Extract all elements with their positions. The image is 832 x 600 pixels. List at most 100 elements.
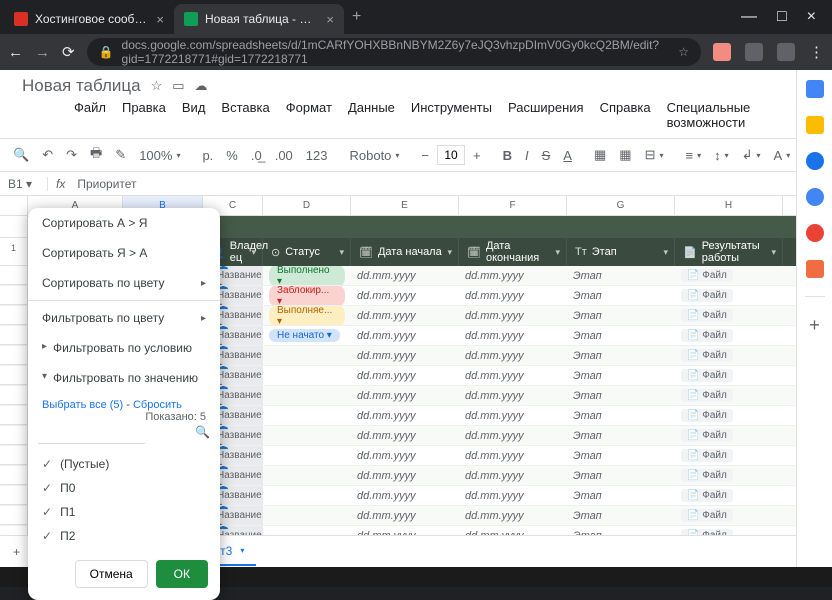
cell-start[interactable]: dd.mm.yyyy	[351, 286, 459, 305]
cell-status[interactable]: Не начато ▾	[263, 326, 351, 345]
cell-stage[interactable]: Этап	[567, 466, 675, 485]
paint-format-icon[interactable]: ✎	[110, 143, 131, 167]
move-icon[interactable]: ▭	[172, 78, 184, 94]
cell-start[interactable]: dd.mm.yyyy	[351, 506, 459, 525]
cell-stage[interactable]: Этап	[567, 326, 675, 345]
ok-button[interactable]: ОК	[156, 560, 208, 588]
cell-start[interactable]: dd.mm.yyyy	[351, 266, 459, 285]
filter-by-value[interactable]: ▾Фильтровать по значению	[28, 363, 220, 393]
rotate-button[interactable]: A▾	[769, 144, 796, 167]
reload-icon[interactable]: ⟳	[62, 43, 75, 61]
zoom-select[interactable]: 100%▾	[134, 144, 185, 167]
cell-status[interactable]	[263, 466, 351, 485]
cell-start[interactable]: dd.mm.yyyy	[351, 406, 459, 425]
cell-start[interactable]: dd.mm.yyyy	[351, 486, 459, 505]
addon-icon[interactable]	[806, 260, 824, 278]
cell-stage[interactable]: Этап	[567, 526, 675, 535]
cell-end[interactable]: dd.mm.yyyy	[459, 406, 567, 425]
strike-button[interactable]: S	[537, 144, 556, 167]
col-header[interactable]: E	[351, 196, 459, 215]
menu-Правка[interactable]: Правка	[116, 98, 172, 132]
th-results[interactable]: 📄Результаты работы▾	[675, 238, 783, 266]
filter-value-item[interactable]: ✓П1	[42, 500, 206, 524]
cell-status[interactable]	[263, 386, 351, 405]
row-number[interactable]	[0, 326, 28, 345]
extension-icon[interactable]	[745, 43, 763, 61]
cell-stage[interactable]: Этап	[567, 346, 675, 365]
cell-stage[interactable]: Этап	[567, 366, 675, 385]
row-number[interactable]	[0, 216, 28, 238]
filter-value-item[interactable]: ✓П0	[42, 476, 206, 500]
cloud-icon[interactable]: ☁	[195, 78, 208, 94]
cell-file[interactable]: 📄 Файл	[675, 266, 783, 285]
increase-decimal[interactable]: .00	[270, 144, 298, 167]
cell-end[interactable]: dd.mm.yyyy	[459, 466, 567, 485]
menu-Формат[interactable]: Формат	[280, 98, 338, 132]
menu-Инструменты[interactable]: Инструменты	[405, 98, 498, 132]
row-number[interactable]	[0, 506, 28, 525]
maximize-icon[interactable]: □	[777, 8, 787, 26]
decrease-decimal[interactable]: .0̲	[246, 144, 267, 167]
reset-link[interactable]: Сбросить	[133, 399, 182, 411]
currency-button[interactable]: р.	[197, 144, 218, 167]
star-icon[interactable]: ☆	[151, 78, 163, 94]
url-bar[interactable]: 🔒 docs.google.com/spreadsheets/d/1mCARfY…	[87, 38, 701, 66]
row-number[interactable]	[0, 346, 28, 365]
row-number[interactable]: 1	[0, 238, 28, 266]
tasks-icon[interactable]	[806, 152, 824, 170]
cell-file[interactable]: 📄 Файл	[675, 346, 783, 365]
cell-stage[interactable]: Этап	[567, 286, 675, 305]
cell-end[interactable]: dd.mm.yyyy	[459, 366, 567, 385]
cell-file[interactable]: 📄 Файл	[675, 286, 783, 305]
row-number[interactable]	[0, 386, 28, 405]
cell-start[interactable]: dd.mm.yyyy	[351, 426, 459, 445]
cell-file[interactable]: 📄 Файл	[675, 506, 783, 525]
row-number[interactable]	[0, 266, 28, 285]
sort-za[interactable]: Сортировать Я > А	[28, 238, 220, 268]
col-header[interactable]: F	[459, 196, 567, 215]
menu-Расширения[interactable]: Расширения	[502, 98, 590, 132]
undo-icon[interactable]: ↶	[37, 143, 58, 167]
menu-icon[interactable]: ⋮	[809, 43, 824, 61]
cell-file[interactable]: 📄 Файл	[675, 466, 783, 485]
add-addon-button[interactable]: +	[809, 315, 820, 336]
cell-end[interactable]: dd.mm.yyyy	[459, 426, 567, 445]
th-status[interactable]: ⊙Статус▾	[263, 238, 351, 266]
cell-start[interactable]: dd.mm.yyyy	[351, 346, 459, 365]
close-icon[interactable]: ×	[156, 12, 164, 27]
cell-end[interactable]: dd.mm.yyyy	[459, 266, 567, 285]
menu-Файл[interactable]: Файл	[68, 98, 112, 132]
cell-start[interactable]: dd.mm.yyyy	[351, 466, 459, 485]
font-size-dec[interactable]: −	[416, 144, 434, 167]
col-header[interactable]: H	[675, 196, 783, 215]
row-number[interactable]	[0, 306, 28, 325]
cell-status[interactable]: Заблокир... ▾	[263, 286, 351, 305]
sort-az[interactable]: Сортировать А > Я	[28, 208, 220, 238]
cell-file[interactable]: 📄 Файл	[675, 486, 783, 505]
browser-tab-1[interactable]: Новая таблица - Google Табл ×	[174, 4, 344, 34]
close-window-icon[interactable]: ×	[807, 8, 816, 26]
extension-icon[interactable]	[713, 43, 731, 61]
font-select[interactable]: Roboto▾	[344, 144, 404, 167]
name-box[interactable]: B1 ▾	[0, 177, 48, 191]
cell-status[interactable]	[263, 446, 351, 465]
menu-Вид[interactable]: Вид	[176, 98, 212, 132]
search-icon[interactable]: 🔍	[8, 143, 34, 167]
cell-file[interactable]: 📄 Файл	[675, 366, 783, 385]
row-number[interactable]	[0, 286, 28, 305]
cell-start[interactable]: dd.mm.yyyy	[351, 306, 459, 325]
redo-icon[interactable]: ↷	[61, 143, 82, 167]
cell-end[interactable]: dd.mm.yyyy	[459, 506, 567, 525]
row-number[interactable]	[0, 446, 28, 465]
percent-button[interactable]: %	[221, 144, 243, 167]
th-stage[interactable]: TᴛЭтап▾	[567, 238, 675, 266]
cell-stage[interactable]: Этап	[567, 266, 675, 285]
formula-bar[interactable]: Приоритет	[73, 177, 140, 191]
halign-button[interactable]: ≡▾	[680, 144, 706, 167]
cell-status[interactable]	[263, 486, 351, 505]
cell-status[interactable]: Выполнено ▾	[263, 266, 351, 285]
filter-search[interactable]: 🔍	[38, 421, 145, 444]
bold-button[interactable]: B	[498, 144, 517, 167]
cell-stage[interactable]: Этап	[567, 506, 675, 525]
select-all-link[interactable]: Выбрать все (5)	[42, 399, 123, 411]
